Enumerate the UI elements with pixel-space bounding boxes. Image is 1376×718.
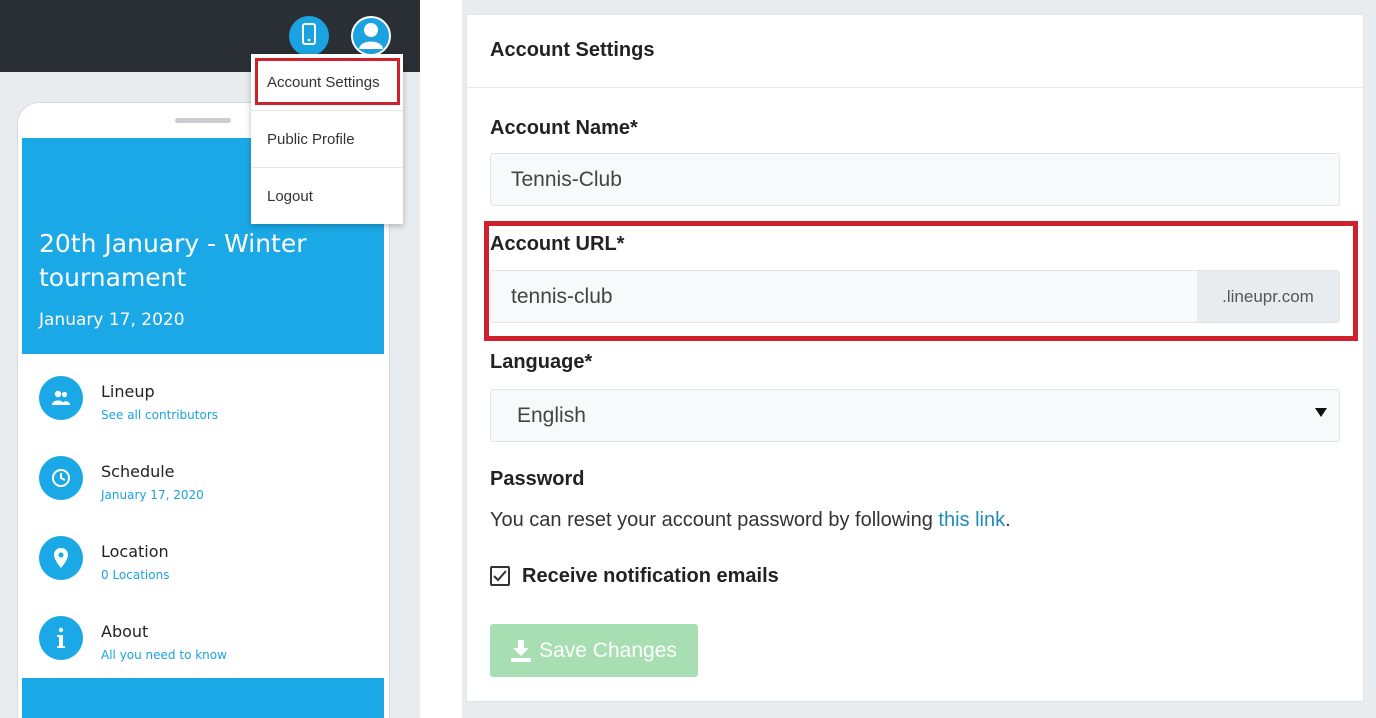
password-help-text: You can reset your account password by f… [490, 509, 1011, 532]
password-label: Password [490, 468, 585, 490]
password-reset-link[interactable]: this link [938, 509, 1005, 531]
language-label: Language* [490, 351, 593, 373]
account-name-label: Account Name* [490, 117, 638, 139]
menu-item-title: About [101, 622, 149, 641]
phone-bottom-bar [22, 678, 384, 718]
menu-item-subtitle: See all contributors [101, 408, 219, 422]
dropdown-item-public-profile[interactable]: Public Profile [251, 111, 403, 167]
annotation-highlight-box [255, 58, 400, 105]
annotation-highlight-box [484, 221, 1358, 341]
menu-item-lineup[interactable]: Lineup See all contributors [22, 362, 384, 442]
card-header: Account Settings [467, 15, 1363, 88]
menu-item-title: Location [101, 542, 169, 561]
app-preview-panel: 20th January - Winter tournament January… [0, 0, 420, 718]
menu-item-title: Schedule [101, 462, 175, 481]
phone-screen: 20th January - Winter tournament January… [22, 138, 384, 718]
menu-item-location[interactable]: Location 0 Locations [22, 522, 384, 602]
account-name-input[interactable]: Tennis-Club [490, 153, 1340, 206]
notification-option: Receive notification emails [490, 564, 779, 588]
language-selected-value: English [517, 403, 586, 427]
menu-item-about[interactable]: About All you need to know [22, 602, 384, 682]
smartphone-icon [301, 22, 317, 50]
menu-item-subtitle: January 17, 2020 [101, 488, 204, 502]
user-avatar-icon [356, 19, 386, 54]
clock-icon [39, 456, 83, 500]
user-avatar-button[interactable] [351, 16, 391, 56]
phone-speaker [175, 118, 231, 123]
event-date: January 17, 2020 [39, 310, 185, 330]
menu-item-subtitle: 0 Locations [101, 568, 170, 582]
settings-panel: Account Settings Account Name* Tennis-Cl… [462, 0, 1376, 718]
caret-down-icon [1315, 408, 1327, 417]
save-changes-label: Save Changes [539, 638, 677, 662]
checkmark-icon [493, 570, 507, 582]
menu-item-title: Lineup [101, 382, 155, 401]
account-settings-card: Account Settings Account Name* Tennis-Cl… [466, 14, 1364, 702]
password-help-sentence: You can reset your account password by f… [490, 509, 939, 531]
menu-item-subtitle: All you need to know [101, 648, 227, 662]
password-help-period: . [1005, 509, 1011, 531]
notification-checkbox-label[interactable]: Receive notification emails [522, 565, 779, 588]
users-icon [39, 376, 83, 420]
map-pin-icon [39, 536, 83, 580]
event-title: 20th January - Winter tournament [39, 229, 307, 292]
menu-item-schedule[interactable]: Schedule January 17, 2020 [22, 442, 384, 522]
notification-checkbox[interactable] [490, 566, 510, 586]
info-icon [39, 616, 83, 660]
save-changes-button[interactable]: Save Changes [490, 624, 698, 677]
language-select[interactable]: English [490, 389, 1340, 442]
card-title: Account Settings [490, 39, 655, 61]
dropdown-item-logout[interactable]: Logout [251, 168, 403, 224]
mobile-preview-button[interactable] [289, 16, 329, 56]
download-icon [511, 639, 532, 662]
